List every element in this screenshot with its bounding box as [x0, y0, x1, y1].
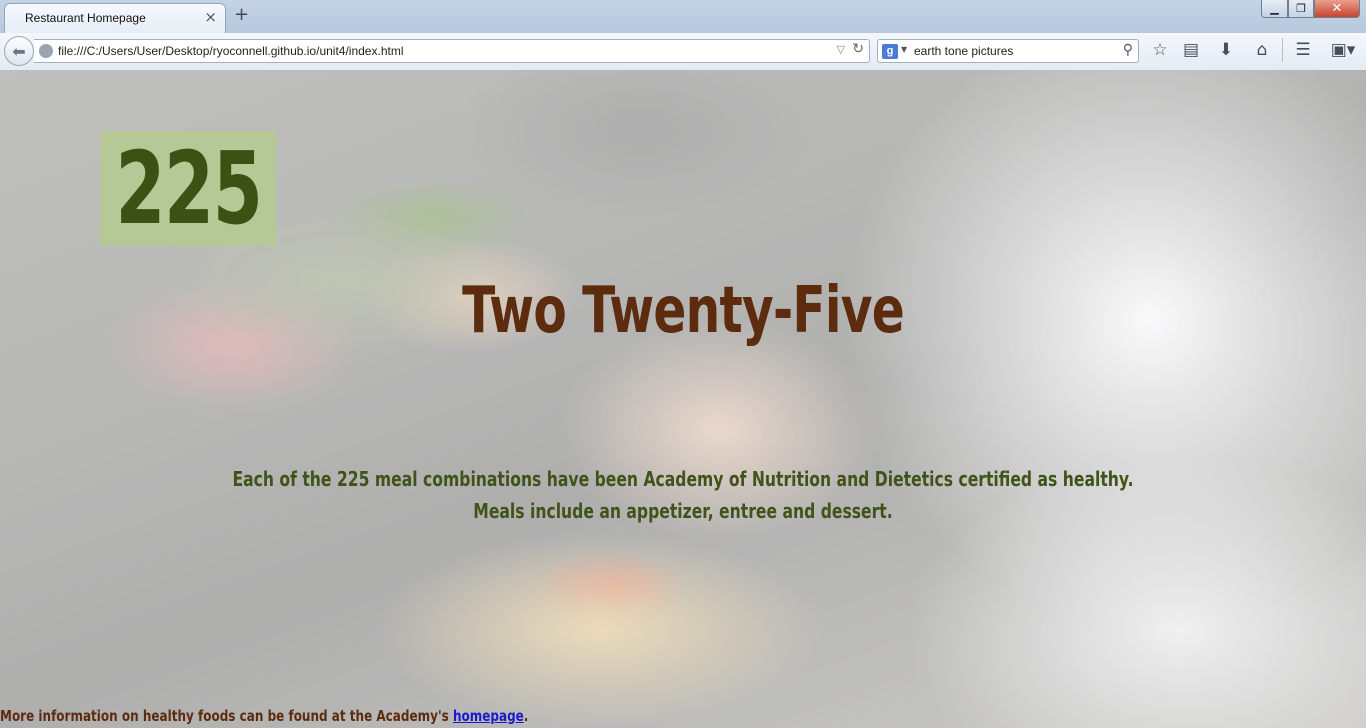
- footer-text: More information on healthy foods can be…: [0, 707, 453, 725]
- tab-restaurant-homepage[interactable]: Restaurant Homepage ×: [4, 3, 226, 33]
- logo-badge: 225: [100, 131, 276, 246]
- footer-end: .: [523, 707, 529, 725]
- url-text: file:///C:/Users/User/Desktop/ryoconnell…: [58, 44, 404, 58]
- close-window-button[interactable]: ✕: [1314, 0, 1360, 18]
- logo-text: 225: [115, 130, 262, 247]
- search-bar[interactable]: g ▼ earth tone pictures ⚲: [877, 39, 1139, 63]
- reload-icon[interactable]: ↻: [852, 41, 864, 57]
- home-icon[interactable]: ⌂: [1249, 38, 1275, 62]
- footer-note: More information on healthy foods can be…: [0, 704, 528, 728]
- tagline-line-1: Each of the 225 meal combinations have b…: [232, 467, 1134, 491]
- tab-strip: Restaurant Homepage × + ▁ ❐ ✕: [0, 0, 1366, 33]
- browser-chrome: Restaurant Homepage × + ▁ ❐ ✕ ⬅ file:///…: [0, 0, 1366, 70]
- google-icon[interactable]: g: [882, 44, 898, 59]
- tagline-line-2: Meals include an appetizer, entree and d…: [473, 499, 893, 523]
- url-history-dropdown-icon[interactable]: ▽: [837, 43, 845, 56]
- back-arrow-icon: ⬅: [12, 41, 26, 61]
- star-icon[interactable]: ☆: [1147, 38, 1173, 62]
- address-bar[interactable]: file:///C:/Users/User/Desktop/ryoconnell…: [34, 39, 870, 63]
- window-controls: ▁ ❐ ✕: [1261, 0, 1360, 19]
- tab-close-icon[interactable]: ×: [204, 9, 217, 25]
- page-title: Two Twenty-Five: [462, 274, 905, 348]
- minimize-button[interactable]: ▁: [1261, 0, 1288, 18]
- addon-icon[interactable]: ▣▾: [1324, 38, 1362, 62]
- toolbar-divider: [1282, 38, 1283, 62]
- back-button[interactable]: ⬅: [4, 36, 34, 66]
- tagline: Each of the 225 meal combinations have b…: [150, 463, 1215, 527]
- download-icon[interactable]: ⬇: [1213, 38, 1239, 62]
- menu-icon[interactable]: ☰: [1290, 38, 1316, 62]
- homepage-link[interactable]: homepage: [453, 707, 524, 725]
- search-icon[interactable]: ⚲: [1123, 42, 1133, 58]
- tab-title: Restaurant Homepage: [25, 11, 146, 25]
- page-background: 225 Two Twenty-Five Each of the 225 meal…: [0, 70, 1366, 728]
- search-input[interactable]: earth tone pictures: [914, 44, 1013, 58]
- maximize-button[interactable]: ❐: [1288, 0, 1314, 18]
- site-identity-icon[interactable]: [39, 44, 53, 58]
- search-engine-dropdown-icon[interactable]: ▼: [901, 45, 907, 54]
- reading-list-icon[interactable]: ▤: [1178, 38, 1204, 62]
- new-tab-button[interactable]: +: [234, 5, 249, 25]
